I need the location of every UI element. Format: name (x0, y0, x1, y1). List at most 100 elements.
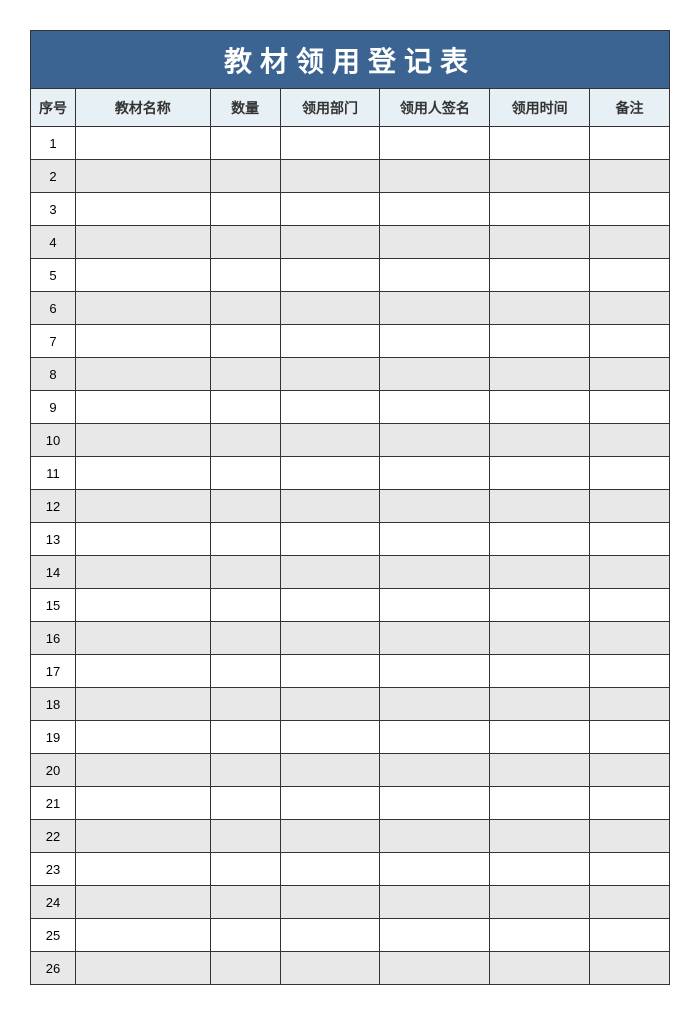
cell-dept (280, 754, 380, 787)
table-row: 5 (31, 259, 670, 292)
cell-sign (380, 490, 490, 523)
cell-dept (280, 457, 380, 490)
cell-dept (280, 820, 380, 853)
table-row: 11 (31, 457, 670, 490)
cell-name (75, 523, 210, 556)
cell-remark (590, 622, 670, 655)
table-row: 20 (31, 754, 670, 787)
cell-qty (210, 457, 280, 490)
cell-sign (380, 523, 490, 556)
cell-remark (590, 391, 670, 424)
cell-seq: 10 (31, 424, 76, 457)
cell-remark (590, 127, 670, 160)
cell-sign (380, 391, 490, 424)
cell-time (490, 160, 590, 193)
cell-name (75, 391, 210, 424)
cell-seq: 4 (31, 226, 76, 259)
cell-dept (280, 490, 380, 523)
cell-name (75, 622, 210, 655)
table-row: 7 (31, 325, 670, 358)
cell-sign (380, 193, 490, 226)
cell-qty (210, 952, 280, 985)
cell-dept (280, 226, 380, 259)
cell-time (490, 226, 590, 259)
cell-qty (210, 919, 280, 952)
cell-time (490, 523, 590, 556)
cell-dept (280, 193, 380, 226)
cell-seq: 20 (31, 754, 76, 787)
cell-sign (380, 853, 490, 886)
cell-qty (210, 193, 280, 226)
cell-dept (280, 721, 380, 754)
cell-sign (380, 787, 490, 820)
cell-name (75, 886, 210, 919)
registration-table: 教材领用登记表 序号 教材名称 数量 领用部门 领用人签名 领用时间 备注 12… (30, 30, 670, 985)
cell-dept (280, 523, 380, 556)
header-sign: 领用人签名 (380, 89, 490, 127)
cell-remark (590, 919, 670, 952)
cell-seq: 14 (31, 556, 76, 589)
table-row: 22 (31, 820, 670, 853)
table-row: 9 (31, 391, 670, 424)
cell-qty (210, 589, 280, 622)
table-row: 1 (31, 127, 670, 160)
cell-time (490, 358, 590, 391)
cell-dept (280, 886, 380, 919)
cell-qty (210, 226, 280, 259)
cell-qty (210, 259, 280, 292)
cell-sign (380, 325, 490, 358)
cell-remark (590, 853, 670, 886)
cell-name (75, 787, 210, 820)
cell-sign (380, 259, 490, 292)
cell-qty (210, 523, 280, 556)
table-row: 3 (31, 193, 670, 226)
cell-sign (380, 160, 490, 193)
header-remark: 备注 (590, 89, 670, 127)
table-row: 18 (31, 688, 670, 721)
table-row: 14 (31, 556, 670, 589)
cell-dept (280, 787, 380, 820)
table-row: 19 (31, 721, 670, 754)
cell-seq: 2 (31, 160, 76, 193)
cell-seq: 23 (31, 853, 76, 886)
cell-dept (280, 622, 380, 655)
cell-sign (380, 127, 490, 160)
cell-sign (380, 886, 490, 919)
cell-time (490, 556, 590, 589)
cell-name (75, 754, 210, 787)
cell-remark (590, 688, 670, 721)
cell-seq: 25 (31, 919, 76, 952)
cell-time (490, 919, 590, 952)
cell-qty (210, 688, 280, 721)
cell-time (490, 424, 590, 457)
cell-dept (280, 556, 380, 589)
cell-name (75, 688, 210, 721)
cell-sign (380, 424, 490, 457)
cell-seq: 22 (31, 820, 76, 853)
cell-sign (380, 457, 490, 490)
cell-qty (210, 754, 280, 787)
cell-name (75, 127, 210, 160)
cell-dept (280, 127, 380, 160)
cell-time (490, 127, 590, 160)
cell-name (75, 325, 210, 358)
cell-dept (280, 358, 380, 391)
cell-qty (210, 886, 280, 919)
cell-dept (280, 853, 380, 886)
cell-qty (210, 424, 280, 457)
header-time: 领用时间 (490, 89, 590, 127)
cell-remark (590, 358, 670, 391)
cell-qty (210, 622, 280, 655)
cell-name (75, 721, 210, 754)
cell-seq: 6 (31, 292, 76, 325)
header-name: 教材名称 (75, 89, 210, 127)
table-row: 2 (31, 160, 670, 193)
cell-dept (280, 655, 380, 688)
cell-time (490, 193, 590, 226)
cell-sign (380, 622, 490, 655)
cell-time (490, 952, 590, 985)
cell-sign (380, 721, 490, 754)
cell-qty (210, 853, 280, 886)
cell-remark (590, 193, 670, 226)
cell-time (490, 721, 590, 754)
